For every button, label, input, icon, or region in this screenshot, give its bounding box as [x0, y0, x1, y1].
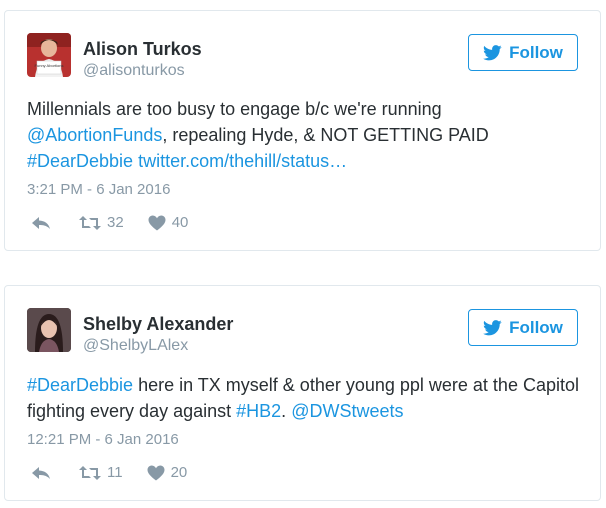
retweet-icon	[79, 215, 101, 230]
retweet-icon	[79, 465, 101, 480]
reply-icon	[32, 466, 50, 479]
tweet-card: Funny Abortions Alison Turkos @alisontur…	[4, 10, 601, 251]
reply-button[interactable]	[31, 465, 51, 481]
follow-button[interactable]: Follow	[468, 34, 578, 71]
tweet-text-segment: , repealing Hyde, & NOT GETTING PAID	[162, 125, 489, 145]
like-count: 20	[170, 464, 188, 481]
mention-link[interactable]: @AbortionFunds	[27, 125, 162, 145]
tweet-text-segment: .	[281, 401, 292, 421]
user-handle[interactable]: @alisonturkos	[83, 61, 185, 81]
tweet-actions: 11 20	[31, 464, 187, 481]
like-button[interactable]: 40	[148, 214, 189, 231]
hashtag-link[interactable]: #DearDebbie	[27, 375, 133, 395]
avatar[interactable]	[27, 308, 71, 352]
avatar[interactable]: Funny Abortions	[27, 33, 71, 77]
bird-icon	[483, 44, 502, 60]
user-name[interactable]: Alison Turkos	[83, 38, 202, 60]
timestamp[interactable]: 3:21 PM - 6 Jan 2016	[27, 181, 170, 198]
follow-label: Follow	[509, 42, 563, 62]
like-count: 40	[171, 214, 189, 231]
tweet-text-segment: Millennials are too busy to engage b/c w…	[27, 99, 442, 119]
hashtag-link[interactable]: #DearDebbie	[27, 151, 133, 171]
follow-label: Follow	[509, 317, 563, 337]
bird-icon	[483, 319, 502, 335]
mention-link[interactable]: @DWStweets	[291, 401, 403, 421]
follow-button[interactable]: Follow	[468, 309, 578, 346]
hashtag-link[interactable]: #HB2	[236, 401, 281, 421]
like-button[interactable]: 20	[147, 464, 188, 481]
avatar-sign-text: Funny Abortions	[35, 63, 64, 68]
reply-button[interactable]	[31, 215, 51, 231]
tweet-card: Shelby Alexander @ShelbyLAlex Follow #De…	[4, 285, 601, 501]
heart-icon	[148, 215, 166, 230]
heart-icon	[147, 465, 165, 480]
timestamp[interactable]: 12:21 PM - 6 Jan 2016	[27, 431, 179, 448]
tweet-actions: 32 40	[31, 214, 188, 231]
user-name[interactable]: Shelby Alexander	[83, 313, 233, 335]
tweet-text: #DearDebbie here in TX myself & other yo…	[27, 372, 580, 424]
retweet-button[interactable]: 32	[79, 214, 124, 231]
url-link[interactable]: twitter.com/thehill/status…	[138, 151, 347, 171]
tweet-text: Millennials are too busy to engage b/c w…	[27, 96, 580, 174]
retweet-count: 32	[107, 214, 124, 231]
reply-icon	[32, 216, 50, 229]
retweet-count: 11	[107, 464, 123, 481]
user-handle[interactable]: @ShelbyLAlex	[83, 336, 188, 356]
retweet-button[interactable]: 11	[79, 464, 123, 481]
